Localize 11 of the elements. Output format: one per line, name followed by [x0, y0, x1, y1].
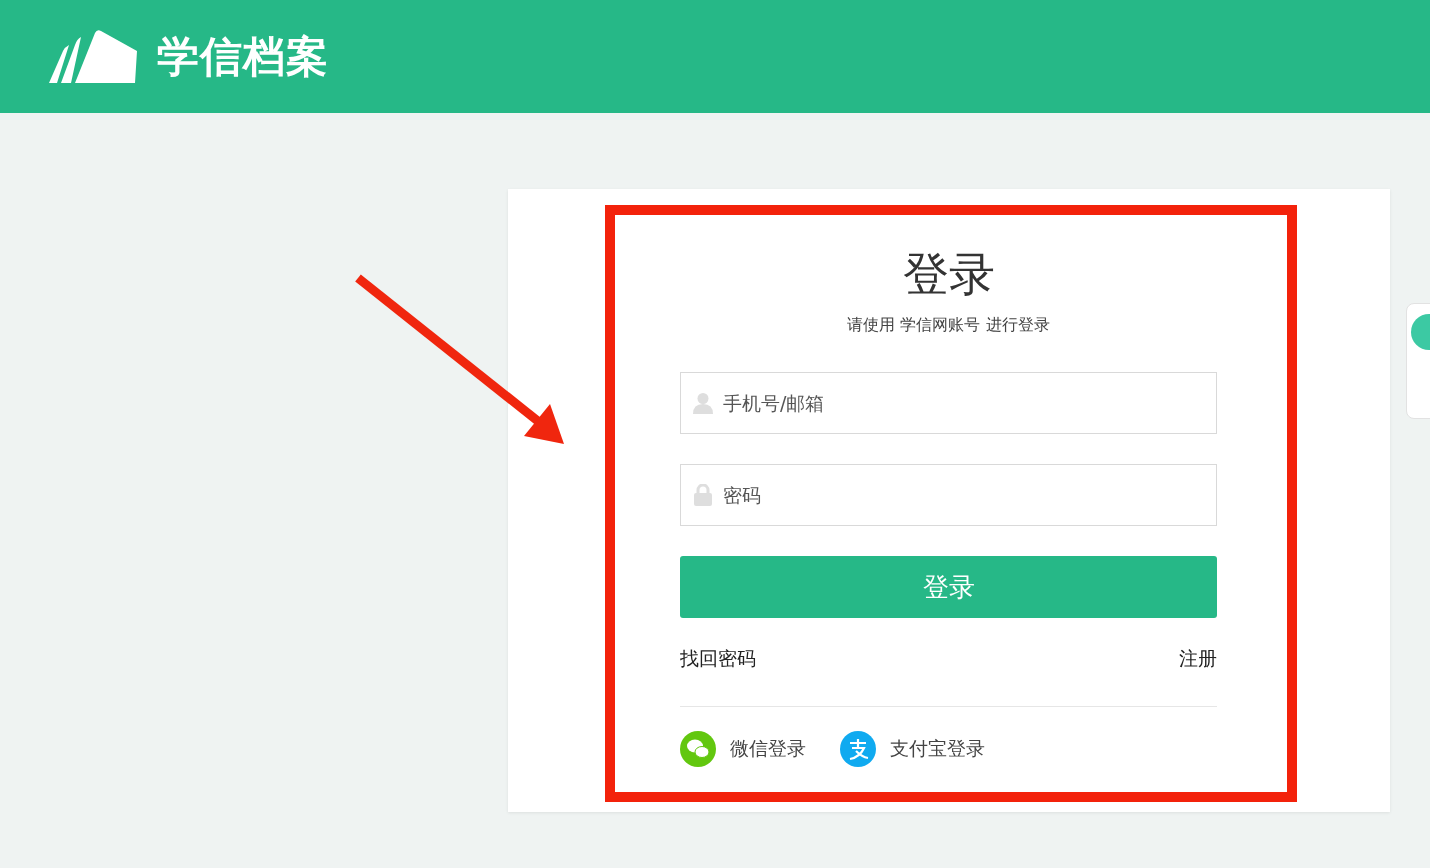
login-subtitle: 请使用 学信网账号 进行登录 — [846, 314, 1051, 336]
chat-bubbles-icon[interactable] — [680, 731, 716, 767]
forgot-password-link[interactable]: 找回密码 — [680, 646, 756, 670]
social-login-link[interactable]: 微信登录 — [730, 736, 806, 762]
register-link[interactable]: 注册 — [1179, 646, 1217, 670]
book-pages-icon — [49, 28, 139, 85]
input-field[interactable]: 密码 — [680, 464, 1217, 526]
logo-text: 学信档案 — [157, 30, 329, 83]
social-login-link[interactable]: 支付宝登录 — [890, 736, 985, 762]
input-field[interactable]: 手机号/邮箱 — [680, 372, 1217, 434]
login-title: 登录 — [901, 247, 996, 302]
